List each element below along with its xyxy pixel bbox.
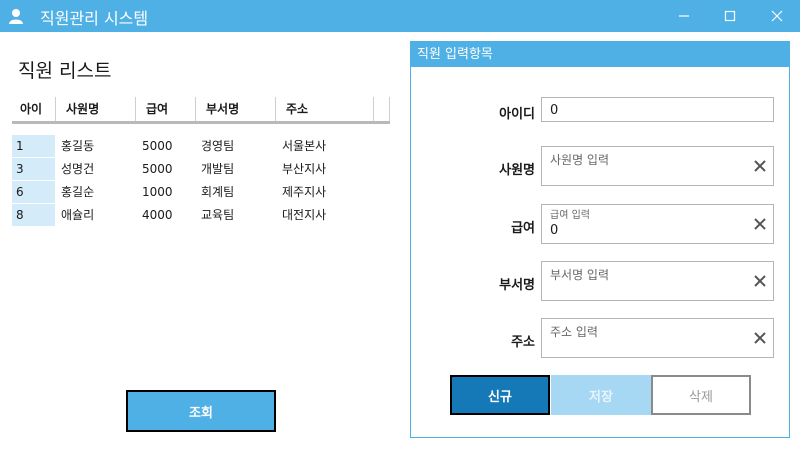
salary-field[interactable]: 급여 입력 0 xyxy=(541,204,774,244)
cell-id: 6 xyxy=(12,181,55,203)
maximize-icon xyxy=(724,10,736,22)
id-value: 0 xyxy=(550,103,559,118)
table-row[interactable]: 8 애슐리 4000 교육팀 대전지사 xyxy=(12,204,390,227)
address-placeholder: 주소 입력 xyxy=(550,325,598,339)
address-field[interactable]: 주소 입력 xyxy=(541,318,774,358)
id-label: 아이디 xyxy=(499,107,535,122)
title-bar: 직원관리 시스템 xyxy=(0,0,800,32)
column-header-address[interactable]: 주소 xyxy=(276,97,374,121)
table-header: 아이 사원명 급여 부서명 주소 xyxy=(12,97,390,124)
minimize-button[interactable] xyxy=(661,0,707,32)
list-title: 직원 리스트 xyxy=(18,60,112,82)
dept-label: 부서명 xyxy=(499,278,535,293)
salary-value: 0 xyxy=(550,223,559,238)
employee-table[interactable]: 아이 사원명 급여 부서명 주소 1 홍길동 5000 경영팀 서울본사 3 성… xyxy=(12,97,390,226)
table-body: 1 홍길동 5000 경영팀 서울본사 3 성명건 5000 개발팀 부산지사 … xyxy=(12,135,390,227)
cell-dept: 교육팀 xyxy=(201,208,235,222)
clear-salary-icon[interactable] xyxy=(753,217,767,231)
cell-dept: 회계팀 xyxy=(201,185,235,199)
clear-address-icon[interactable] xyxy=(753,331,767,345)
window-title: 직원관리 시스템 xyxy=(40,9,149,28)
column-header-id[interactable]: 아이 xyxy=(12,97,56,121)
save-button[interactable]: 저장 xyxy=(551,375,651,415)
cell-address: 제주지사 xyxy=(282,185,327,199)
panel-title: 직원 입력항목 xyxy=(411,42,789,67)
new-button[interactable]: 신규 xyxy=(450,375,550,415)
cell-salary: 5000 xyxy=(142,162,173,176)
column-header-filler xyxy=(374,97,390,121)
cell-dept: 개발팀 xyxy=(201,162,235,176)
cell-name: 홍길동 xyxy=(61,139,95,153)
address-label: 주소 xyxy=(511,335,535,350)
cell-id: 1 xyxy=(12,135,55,157)
table-row[interactable]: 6 홍길순 1000 회계팀 제주지사 xyxy=(12,181,390,204)
cell-salary: 1000 xyxy=(142,185,173,199)
table-row[interactable]: 3 성명건 5000 개발팀 부산지사 xyxy=(12,158,390,181)
column-header-dept[interactable]: 부서명 xyxy=(196,97,276,121)
name-field[interactable]: 사원명 입력 xyxy=(541,146,774,186)
cell-address: 대전지사 xyxy=(282,208,327,222)
user-icon xyxy=(9,9,23,24)
cell-id: 3 xyxy=(12,158,55,180)
cell-id: 8 xyxy=(12,204,55,226)
name-placeholder: 사원명 입력 xyxy=(550,153,610,167)
id-field[interactable]: 0 xyxy=(541,97,774,122)
column-header-name[interactable]: 사원명 xyxy=(56,97,136,121)
cell-salary: 5000 xyxy=(142,139,173,153)
clear-dept-icon[interactable] xyxy=(753,274,767,288)
maximize-button[interactable] xyxy=(707,0,753,32)
input-panel: 직원 입력항목 아이디 0 사원명 사원명 입력 급여 급여 입력 0 부서명 … xyxy=(410,41,790,438)
column-header-salary[interactable]: 급여 xyxy=(136,97,196,121)
close-button[interactable] xyxy=(754,0,800,32)
cell-name: 성명건 xyxy=(61,162,95,176)
salary-label: 급여 xyxy=(511,221,535,236)
dept-field[interactable]: 부서명 입력 xyxy=(541,261,774,301)
cell-address: 서울본사 xyxy=(282,139,327,153)
table-row[interactable]: 1 홍길동 5000 경영팀 서울본사 xyxy=(12,135,390,158)
dept-placeholder: 부서명 입력 xyxy=(550,268,610,282)
clear-name-icon[interactable] xyxy=(753,159,767,173)
cell-dept: 경영팀 xyxy=(201,139,235,153)
name-label: 사원명 xyxy=(499,163,535,178)
cell-address: 부산지사 xyxy=(282,162,327,176)
minimize-icon xyxy=(679,15,689,17)
salary-hint: 급여 입력 xyxy=(550,210,590,221)
cell-salary: 4000 xyxy=(142,208,173,222)
cell-name: 홍길순 xyxy=(61,185,95,199)
delete-button[interactable]: 삭제 xyxy=(651,375,751,415)
close-icon xyxy=(771,10,783,22)
search-button[interactable]: 조회 xyxy=(126,390,276,432)
cell-name: 애슐리 xyxy=(61,208,95,222)
